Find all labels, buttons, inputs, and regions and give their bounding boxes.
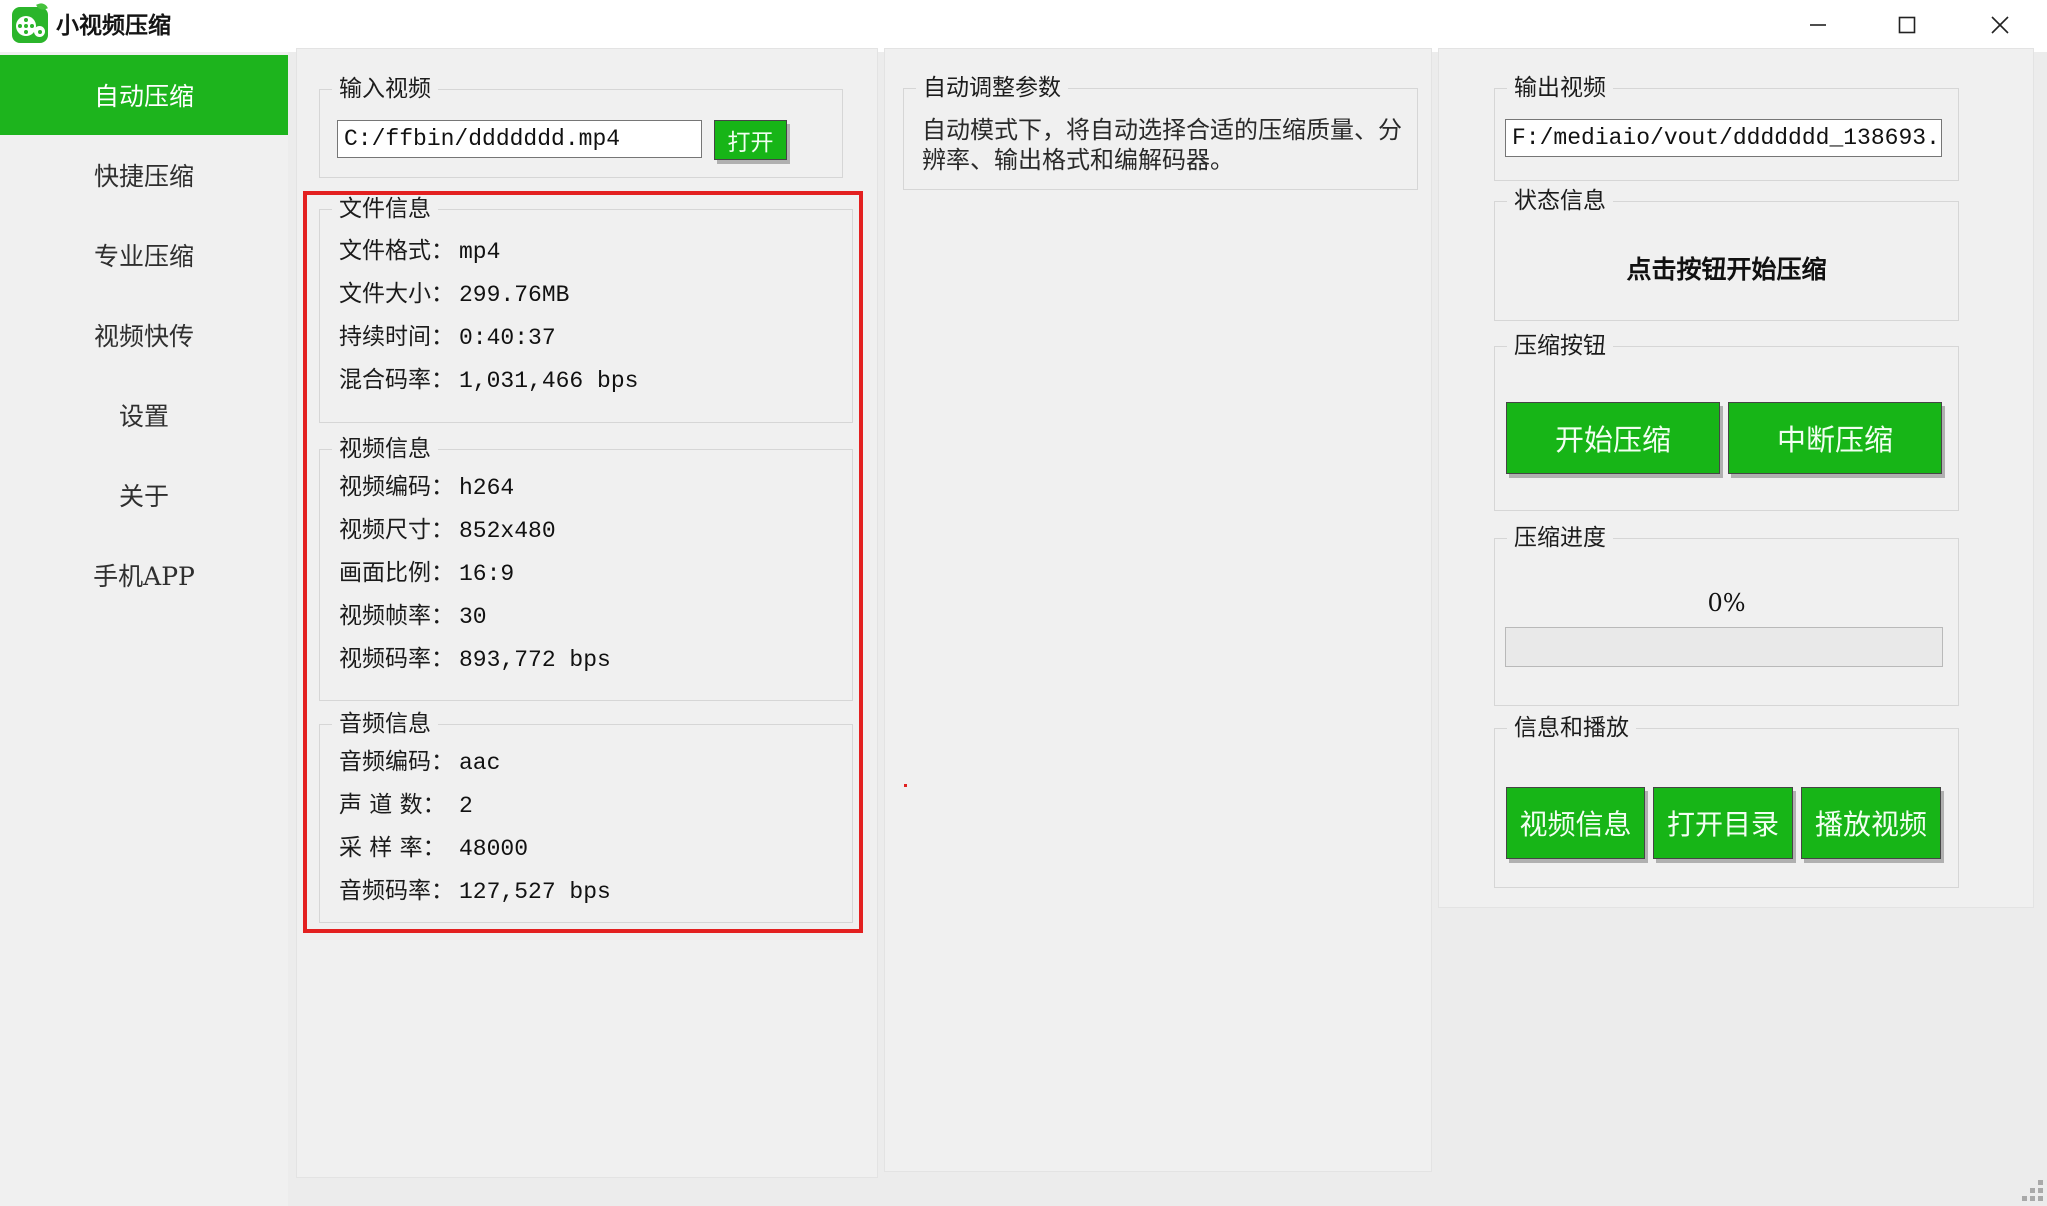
play-video-button[interactable]: 播放视频 bbox=[1801, 787, 1941, 859]
file-info-group-label: 文件信息 bbox=[332, 196, 438, 222]
output-control-panel: 输出视频 状态信息 点击按钮开始压缩 压缩按钮 开始压缩 中断压缩 压缩进度 0… bbox=[1438, 48, 2034, 908]
minimize-icon bbox=[1810, 24, 1826, 26]
interrupt-compress-button[interactable]: 中断压缩 bbox=[1728, 402, 1942, 474]
sidebar-item-pro-compress[interactable]: 专业压缩 bbox=[0, 215, 288, 295]
file-format-row: 文件格式： mp4 bbox=[339, 238, 501, 265]
auto-params-group-label: 自动调整参数 bbox=[916, 75, 1068, 101]
audio-bitrate-row: 音频码率： 127,527 bps bbox=[339, 878, 611, 905]
info-play-group: 信息和播放 视频信息 打开目录 播放视频 bbox=[1494, 715, 1959, 888]
video-bitrate-row: 视频码率： 893,772 bps bbox=[339, 646, 611, 673]
progress-group: 压缩进度 0% bbox=[1494, 525, 1959, 706]
video-info-button[interactable]: 视频信息 bbox=[1506, 787, 1645, 859]
output-video-group: 输出视频 bbox=[1494, 75, 1959, 181]
compress-buttons-group: 压缩按钮 开始压缩 中断压缩 bbox=[1494, 333, 1959, 511]
audio-codec-row: 音频编码： aac bbox=[339, 749, 501, 776]
progress-percent-label: 0% bbox=[1707, 589, 1746, 617]
mux-bitrate-row: 混合码率： 1,031,466 bps bbox=[339, 367, 639, 394]
file-info-group: 文件信息 文件格式： mp4 文件大小： 299.76MB 持续时间： 0:40:37… bbox=[319, 196, 853, 423]
aspect-ratio-row: 画面比例： 16:9 bbox=[339, 560, 515, 587]
auto-params-group: 自动调整参数 自动模式下，将自动选择合适的压缩质量、分 辨率、输出格式和编解码器… bbox=[903, 75, 1418, 190]
compress-buttons-group-label: 压缩按钮 bbox=[1507, 333, 1613, 359]
status-message: 点击按钮开始压缩 bbox=[1626, 255, 1827, 284]
title-bar: 小视频压缩 bbox=[0, 0, 2047, 52]
stray-red-dot bbox=[904, 784, 907, 787]
sidebar-item-auto-compress[interactable]: 自动压缩 bbox=[0, 55, 288, 135]
channels-row: 声 道 数： 2 bbox=[339, 792, 473, 819]
close-icon bbox=[1991, 16, 2009, 34]
sidebar-item-quick-compress[interactable]: 快捷压缩 bbox=[0, 135, 288, 215]
video-info-group: 视频信息 视频编码： h264 视频尺寸： 852x480 画面比例： 16:9 视频… bbox=[319, 436, 853, 701]
progress-group-label: 压缩进度 bbox=[1507, 525, 1613, 551]
sidebar-item-about[interactable]: 关于 bbox=[0, 455, 288, 535]
window-title: 小视频压缩 bbox=[56, 12, 171, 38]
progress-bar bbox=[1505, 627, 1943, 667]
close-button[interactable] bbox=[1969, 0, 2031, 50]
video-info-group-label: 视频信息 bbox=[332, 436, 438, 462]
video-size-row: 视频尺寸： 852x480 bbox=[339, 517, 556, 544]
auto-params-description: 自动模式下，将自动选择合适的压缩质量、分 辨率、输出格式和编解码器。 bbox=[922, 116, 1402, 174]
sample-rate-row: 采 样 率： 48000 bbox=[339, 835, 529, 862]
status-info-group-label: 状态信息 bbox=[1507, 188, 1613, 214]
input-video-group-label: 输入视频 bbox=[332, 76, 438, 102]
app-logo-icon bbox=[12, 1, 48, 43]
file-size-row: 文件大小： 299.76MB bbox=[339, 281, 570, 308]
output-video-group-label: 输出视频 bbox=[1507, 75, 1613, 101]
info-play-group-label: 信息和播放 bbox=[1507, 715, 1636, 741]
duration-row: 持续时间： 0:40:37 bbox=[339, 324, 556, 351]
auto-params-panel: 自动调整参数 自动模式下，将自动选择合适的压缩质量、分 辨率、输出格式和编解码器… bbox=[884, 48, 1432, 1172]
video-codec-row: 视频编码： h264 bbox=[339, 474, 515, 501]
status-info-group: 状态信息 点击按钮开始压缩 bbox=[1494, 188, 1959, 321]
maximize-icon bbox=[1898, 16, 1916, 34]
frame-rate-row: 视频帧率： 30 bbox=[339, 603, 487, 630]
open-file-button[interactable]: 打开 bbox=[714, 120, 787, 160]
sidebar-item-video-transfer[interactable]: 视频快传 bbox=[0, 295, 288, 375]
audio-info-group: 音频信息 音频编码： aac 声 道 数： 2 采 样 率： 48000 音频码率： 1… bbox=[319, 711, 853, 923]
sidebar-nav: 自动压缩 快捷压缩 专业压缩 视频快传 设置 关于 手机APP bbox=[0, 52, 288, 1206]
minimize-button[interactable] bbox=[1787, 0, 1849, 50]
resize-grip[interactable] bbox=[2022, 1180, 2044, 1202]
input-info-panel: 输入视频 打开 文件信息 文件格式：mp4 文件大小：299.76MB 持续时间… bbox=[296, 48, 878, 1178]
audio-info-group-label: 音频信息 bbox=[332, 711, 438, 737]
start-compress-button[interactable]: 开始压缩 bbox=[1506, 402, 1720, 474]
open-directory-button[interactable]: 打开目录 bbox=[1653, 787, 1793, 859]
maximize-button[interactable] bbox=[1876, 0, 1938, 50]
sidebar-item-settings[interactable]: 设置 bbox=[0, 375, 288, 455]
input-video-path-field[interactable] bbox=[337, 120, 702, 158]
input-video-group: 输入视频 打开 bbox=[319, 76, 843, 178]
sidebar-item-mobile-app[interactable]: 手机APP bbox=[0, 535, 288, 615]
output-video-path-field[interactable] bbox=[1505, 119, 1942, 157]
